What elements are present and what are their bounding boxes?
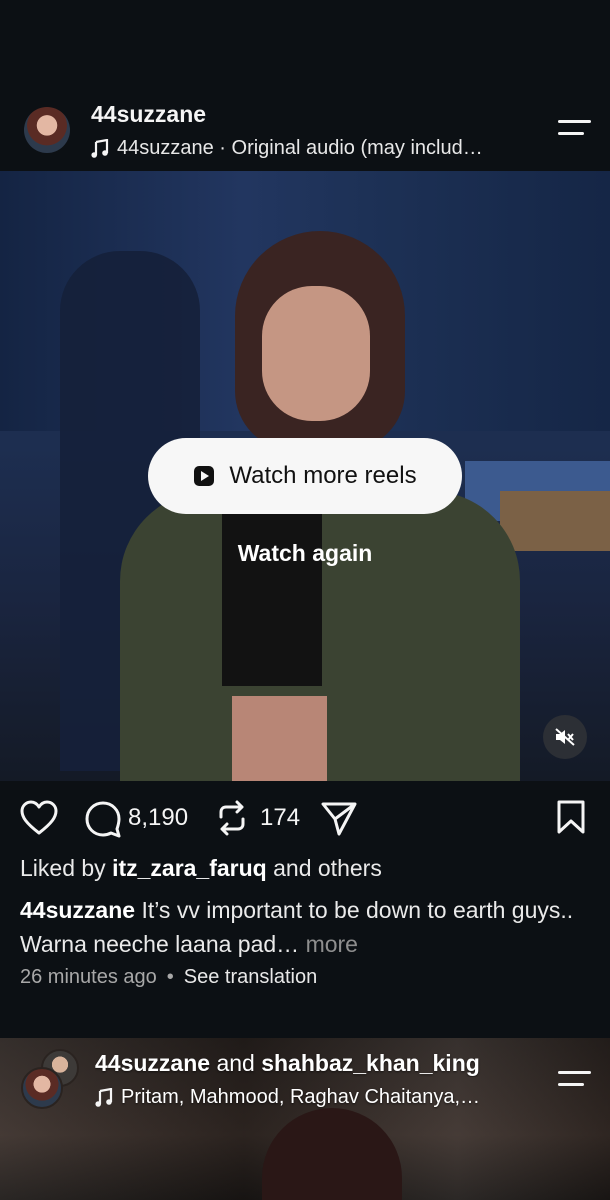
audio-info[interactable]: 44suzzane · Original audio (may includ…	[91, 137, 483, 160]
caption-more-link[interactable]: more	[306, 931, 358, 957]
mute-icon	[555, 728, 575, 746]
post-meta: 26 minutes ago • See translation	[20, 966, 317, 989]
menu-icon[interactable]	[558, 120, 591, 144]
liked-by-user[interactable]: itz_zara_faruq	[112, 855, 267, 881]
reposts-count: 174	[260, 804, 301, 831]
share-icon[interactable]	[320, 801, 358, 837]
music-note-icon	[91, 138, 109, 158]
watch-more-reels-label: Watch more reels	[229, 462, 417, 489]
status-bar-area	[0, 0, 610, 98]
repost-icon[interactable]	[216, 800, 248, 836]
likes-suffix: and others	[273, 855, 382, 881]
comment-icon[interactable]	[84, 800, 122, 838]
post-time: 26 minutes ago	[20, 966, 157, 988]
likes-prefix: Liked by	[20, 855, 106, 881]
comments-count: 8,190	[128, 804, 189, 831]
mute-button[interactable]	[543, 715, 587, 759]
bookmark-icon[interactable]	[556, 800, 586, 834]
reel-play-icon	[194, 466, 215, 486]
menu-icon[interactable]	[558, 1071, 591, 1095]
avatar[interactable]	[24, 107, 70, 153]
next-post-joiner: and	[216, 1050, 255, 1076]
next-post-user2[interactable]: shahbaz_khan_king	[261, 1050, 480, 1076]
next-post-users[interactable]: 44suzzane and shahbaz_khan_king	[95, 1050, 527, 1077]
audio-text: 44suzzane · Original audio (may includ…	[117, 137, 483, 159]
next-post-user1[interactable]: 44suzzane	[95, 1050, 210, 1076]
watch-again-button[interactable]: Watch again	[0, 540, 610, 567]
see-translation-link[interactable]: See translation	[184, 966, 317, 989]
meta-separator: •	[166, 966, 174, 988]
heart-icon[interactable]	[20, 800, 58, 836]
caption[interactable]: 44suzzane It’s vv important to be down t…	[20, 893, 580, 961]
caption-username[interactable]: 44suzzane	[20, 897, 135, 923]
post-username[interactable]: 44suzzane	[91, 101, 206, 128]
watch-more-reels-button[interactable]: Watch more reels	[148, 438, 462, 514]
next-post-audio[interactable]: Pritam, Mahmood, Raghav Chaitanya,…	[95, 1086, 480, 1109]
music-note-icon	[95, 1087, 113, 1107]
likes-summary[interactable]: Liked by itz_zara_faruq and others	[20, 855, 382, 882]
avatar[interactable]	[21, 1067, 63, 1109]
next-post-audio-text: Pritam, Mahmood, Raghav Chaitanya,…	[121, 1086, 481, 1108]
